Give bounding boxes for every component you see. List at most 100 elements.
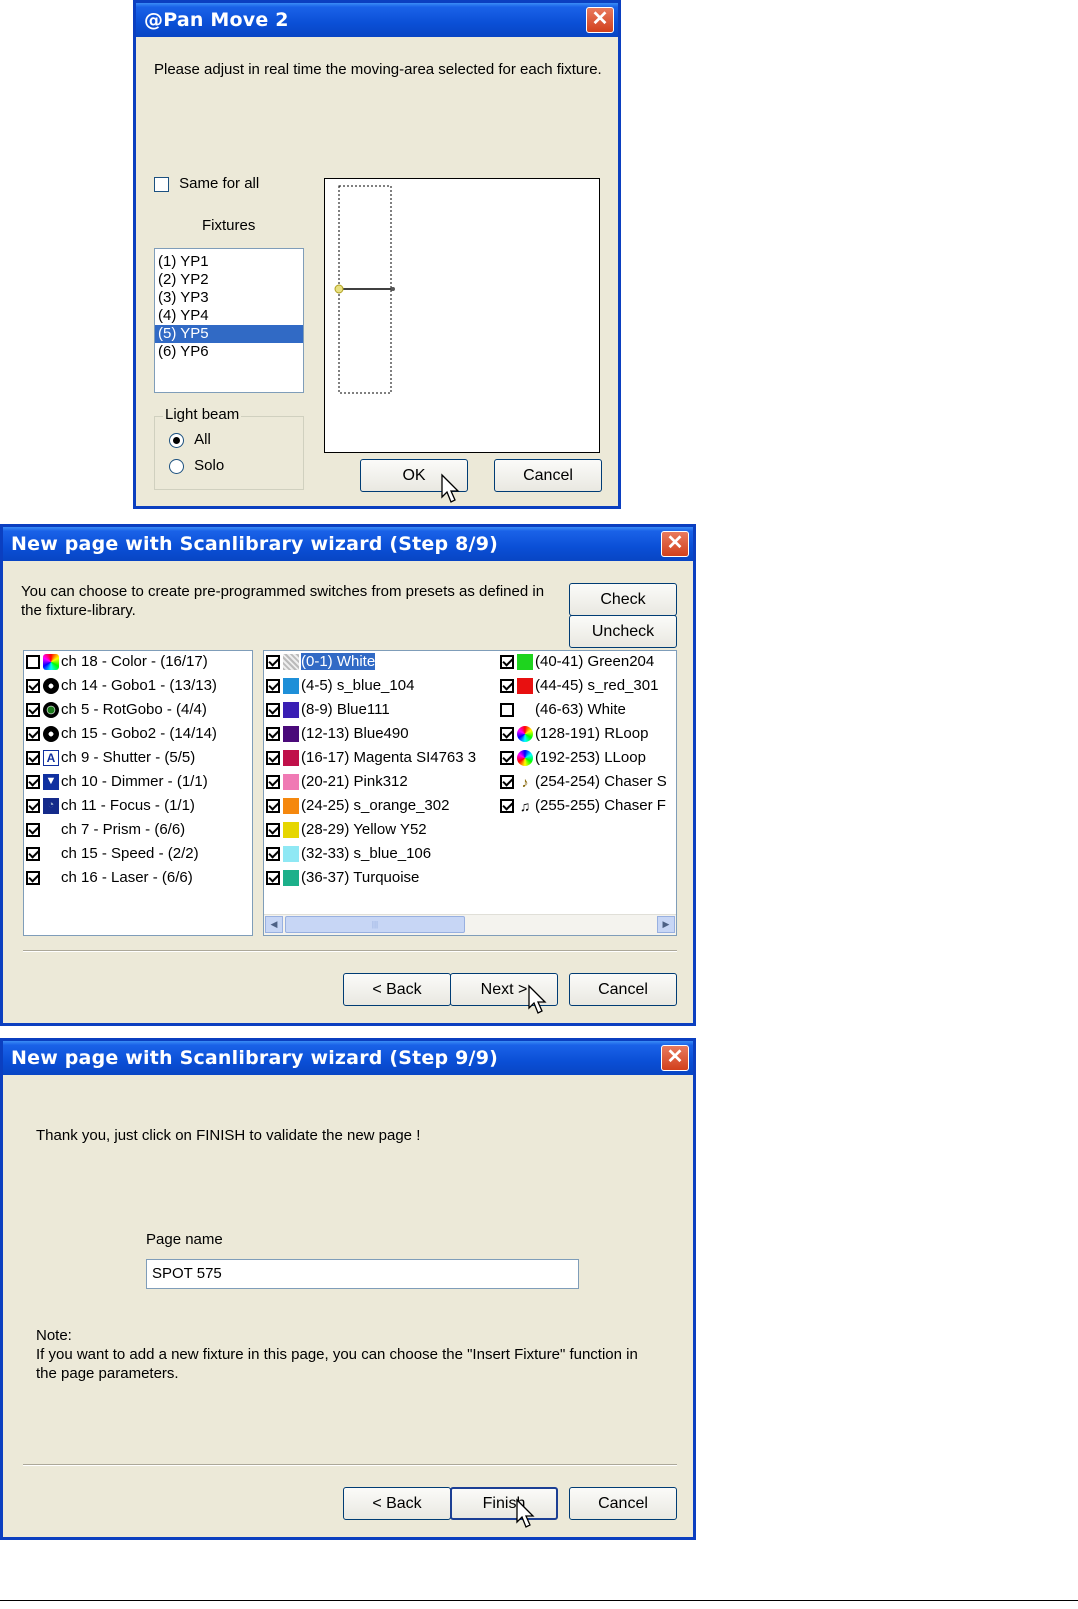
radio-off-icon[interactable]	[169, 458, 184, 474]
preset-row[interactable]: ♪ (254-254) Chaser S	[500, 771, 667, 793]
back-button[interactable]: < Back	[343, 1487, 451, 1520]
fixture-item[interactable]: (2) YP2	[155, 271, 303, 289]
preset-row[interactable]: (128-191) RLoop	[500, 723, 648, 745]
channel-row[interactable]: ch 7 - Prism - (6/6)	[26, 819, 185, 841]
checkbox-icon[interactable]	[266, 799, 280, 814]
checkbox-icon[interactable]	[500, 775, 514, 790]
preset-row[interactable]: (16-17) Magenta SI4763 3	[266, 747, 476, 769]
channel-row[interactable]: ◔ ch 11 - Focus - (1/1)	[26, 795, 195, 817]
check-button[interactable]: Check	[569, 583, 677, 616]
preset-row[interactable]: (24-25) s_orange_302	[266, 795, 449, 817]
gobo-icon	[43, 678, 59, 695]
channel-label: ch 16 - Laser - (6/6)	[61, 869, 193, 886]
checkbox-icon[interactable]	[266, 679, 280, 694]
shutter-icon: A	[43, 750, 59, 767]
moving-area-canvas[interactable]	[324, 178, 600, 453]
checkbox-icon[interactable]	[154, 176, 169, 192]
close-icon[interactable]: ✕	[661, 531, 689, 557]
checkbox-icon[interactable]	[266, 847, 280, 862]
preset-row[interactable]: (12-13) Blue490	[266, 723, 409, 745]
close-icon[interactable]: ✕	[661, 1045, 689, 1071]
preset-label: (254-254) Chaser S	[535, 773, 667, 790]
checkbox-icon[interactable]	[500, 751, 514, 766]
preset-row[interactable]: (44-45) s_red_301	[500, 675, 658, 697]
preset-label: (36-37) Turquoise	[301, 869, 420, 886]
fixture-item[interactable]: (3) YP3	[155, 289, 303, 307]
horizontal-scrollbar[interactable]: ◀ ||| ▶	[264, 914, 676, 935]
fixtures-list[interactable]: (1) YP1 (2) YP2 (3) YP3 (4) YP4 (5) YP5 …	[154, 248, 304, 393]
preset-row[interactable]: (46-63) White	[500, 699, 626, 721]
preset-row[interactable]: (28-29) Yellow Y52	[266, 819, 427, 841]
channel-label: ch 15 - Gobo2 - (14/14)	[61, 725, 217, 742]
checkbox-icon[interactable]	[266, 775, 280, 790]
fixture-item[interactable]: (1) YP1	[155, 253, 303, 271]
fixture-item-selected[interactable]: (5) YP5	[155, 325, 303, 343]
preset-label: (46-63) White	[535, 701, 626, 718]
note-label: Note:	[36, 1327, 72, 1344]
finish-button[interactable]: Finish	[450, 1487, 558, 1520]
channel-label: ch 7 - Prism - (6/6)	[61, 821, 186, 838]
fixture-item[interactable]: (4) YP4	[155, 307, 303, 325]
page-name-input[interactable]: SPOT 575	[146, 1259, 579, 1289]
radio-solo[interactable]: Solo	[169, 457, 224, 474]
channel-label: ch 15 - Speed - (2/2)	[61, 845, 199, 862]
checkbox-icon[interactable]	[266, 655, 280, 670]
radio-on-icon[interactable]	[169, 432, 184, 448]
back-button[interactable]: < Back	[343, 973, 451, 1006]
preset-row[interactable]: (0-1) White	[266, 651, 376, 673]
checkbox-icon[interactable]	[266, 823, 280, 838]
channel-row[interactable]: Ach 9 - Shutter - (5/5)	[26, 747, 195, 769]
checkbox-icon[interactable]	[500, 727, 514, 742]
cancel-button[interactable]: Cancel	[569, 1487, 677, 1520]
checkbox-icon[interactable]	[500, 655, 514, 670]
checkbox-icon[interactable]	[266, 751, 280, 766]
preset-row[interactable]: (40-41) Green204	[500, 651, 654, 673]
preset-row[interactable]: (32-33) s_blue_106	[266, 843, 431, 865]
preset-row[interactable]: ♫ (255-255) Chaser F	[500, 795, 666, 817]
preset-row[interactable]: (36-37) Turquoise	[266, 867, 419, 889]
cancel-button[interactable]: Cancel	[494, 459, 602, 492]
checkbox-icon[interactable]	[26, 679, 40, 694]
checkbox-icon[interactable]	[26, 847, 40, 862]
pan-move-instruction: Please adjust in real time the moving-ar…	[154, 61, 602, 78]
preset-row[interactable]: (8-9) Blue111	[266, 699, 390, 721]
fixtures-label: Fixtures	[202, 217, 256, 234]
note-line2: the page parameters.	[36, 1365, 179, 1382]
scroll-right-button[interactable]: ▶	[657, 916, 675, 933]
checkbox-icon[interactable]	[266, 703, 280, 718]
checkbox-icon[interactable]	[26, 655, 40, 670]
cancel-button[interactable]: Cancel	[569, 973, 677, 1006]
preset-row[interactable]: (192-253) LLoop	[500, 747, 646, 769]
preset-row[interactable]: (4-5) s_blue_104	[266, 675, 414, 697]
radio-all[interactable]: All	[169, 431, 211, 448]
checkbox-icon[interactable]	[26, 751, 40, 766]
checkbox-icon[interactable]	[26, 799, 40, 814]
channel-list[interactable]: ch 18 - Color - (16/17) ch 14 - Gobo1 - …	[23, 650, 253, 936]
channel-row[interactable]: ch 14 - Gobo1 - (13/13)	[26, 675, 217, 697]
checkbox-icon[interactable]	[500, 679, 514, 694]
channel-label: ch 10 - Dimmer - (1/1)	[61, 773, 208, 790]
checkbox-icon[interactable]	[26, 871, 40, 886]
channel-row[interactable]: ch 5 - RotGobo - (4/4)	[26, 699, 207, 721]
preset-list[interactable]: (0-1) White (4-5) s_blue_104 (8-9) Blue1…	[263, 650, 677, 936]
uncheck-button[interactable]: Uncheck	[569, 615, 677, 648]
channel-row[interactable]: ch 15 - Speed - (2/2)	[26, 843, 199, 865]
same-for-all-checkbox[interactable]: Same for all	[154, 175, 259, 192]
preset-row[interactable]: (20-21) Pink312	[266, 771, 408, 793]
checkbox-icon[interactable]	[26, 823, 40, 838]
channel-row[interactable]: ▼ ch 10 - Dimmer - (1/1)	[26, 771, 208, 793]
checkbox-icon[interactable]	[500, 799, 514, 814]
checkbox-icon[interactable]	[26, 703, 40, 718]
channel-row[interactable]: ch 16 - Laser - (6/6)	[26, 867, 193, 889]
channel-row[interactable]: ch 18 - Color - (16/17)	[26, 651, 208, 673]
checkbox-icon[interactable]	[266, 871, 280, 886]
scroll-left-button[interactable]: ◀	[265, 916, 283, 933]
scroll-thumb[interactable]: |||	[285, 916, 465, 933]
close-icon[interactable]: ✕	[586, 7, 614, 33]
checkbox-icon[interactable]	[26, 775, 40, 790]
checkbox-icon[interactable]	[26, 727, 40, 742]
channel-row[interactable]: ch 15 - Gobo2 - (14/14)	[26, 723, 217, 745]
checkbox-icon[interactable]	[266, 727, 280, 742]
fixture-item[interactable]: (6) YP6	[155, 343, 303, 361]
checkbox-icon[interactable]	[500, 703, 514, 718]
